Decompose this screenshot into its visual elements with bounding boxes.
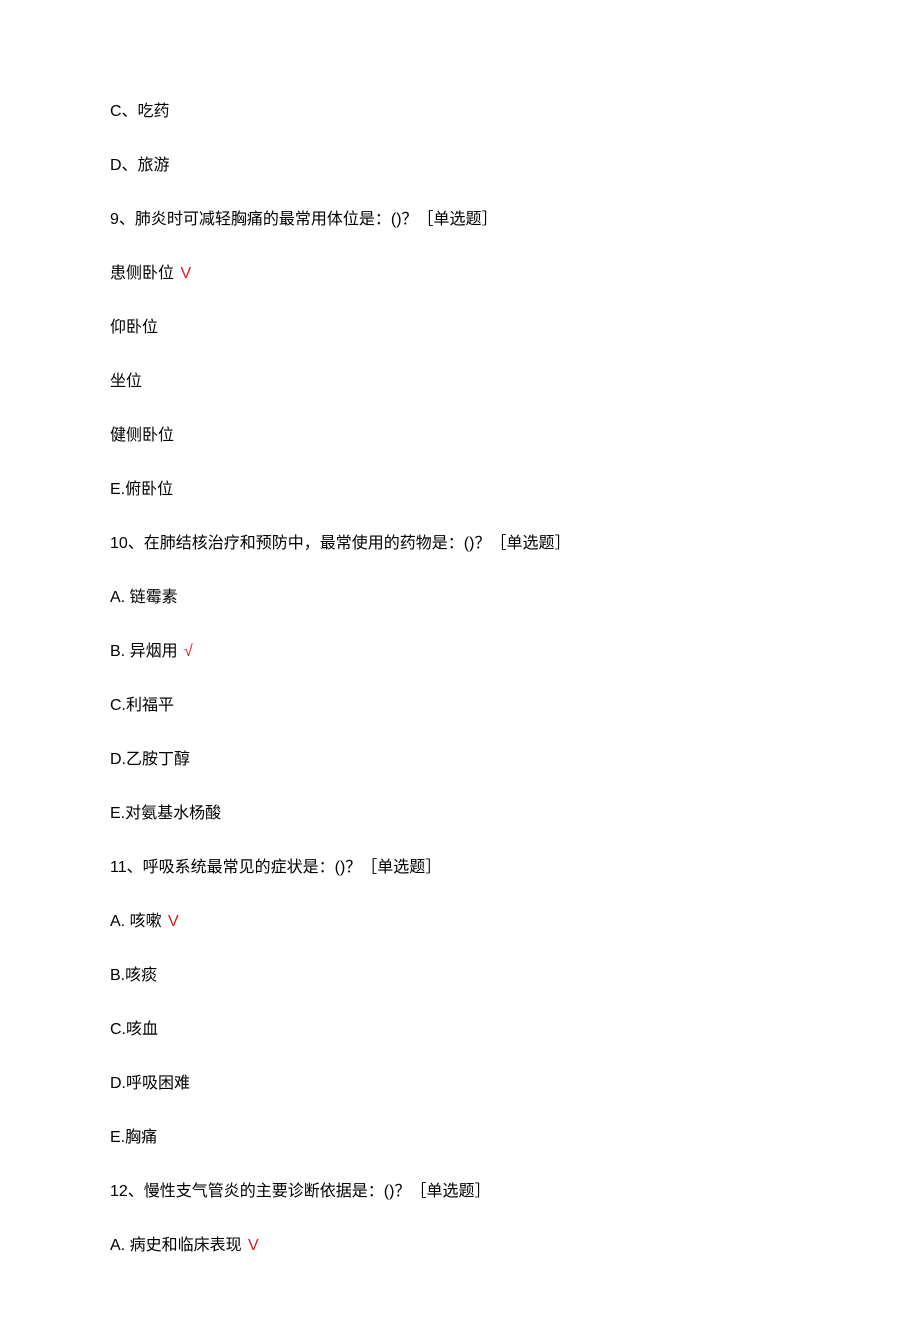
line-text: 坐位 xyxy=(110,373,142,390)
line-text: E.对氨基水杨酸 xyxy=(110,805,221,822)
line-text: 9、肺炎时可减轻胸痛的最常用体位是：()？［单选题］ xyxy=(110,211,498,228)
text-line: E.俯卧位 xyxy=(110,478,810,502)
line-text: 患侧卧位 xyxy=(110,265,174,282)
line-text: 仰卧位 xyxy=(110,319,158,336)
text-line: 12、慢性支气管炎的主要诊断依据是：()？［单选题］ xyxy=(110,1180,810,1204)
line-text: C.利福平 xyxy=(110,697,174,714)
line-text: A. 病史和临床表现 xyxy=(110,1237,242,1254)
line-text: A. 咳嗽 xyxy=(110,913,162,930)
line-text: A. 链霉素 xyxy=(110,589,178,606)
text-line: A. 病史和临床表现 V xyxy=(110,1234,810,1258)
text-line: A. 链霉素 xyxy=(110,586,810,610)
line-text: D、旅游 xyxy=(110,157,170,174)
line-text: 健侧卧位 xyxy=(110,427,174,444)
text-line: 健侧卧位 xyxy=(110,424,810,448)
line-text: 10、在肺结核治疗和预防中，最常使用的药物是：()？［单选题］ xyxy=(110,535,570,552)
text-line: E.对氨基水杨酸 xyxy=(110,802,810,826)
text-line: E.胸痛 xyxy=(110,1126,810,1150)
check-mark-icon: V xyxy=(244,1237,259,1254)
line-text: E.胸痛 xyxy=(110,1129,157,1146)
line-text: 12、慢性支气管炎的主要诊断依据是：()？［单选题］ xyxy=(110,1183,490,1200)
check-mark-icon: √ xyxy=(180,643,193,660)
line-text: B. 异烟用 xyxy=(110,643,178,660)
text-line: 仰卧位 xyxy=(110,316,810,340)
check-mark-icon: V xyxy=(164,913,179,930)
text-line: 9、肺炎时可减轻胸痛的最常用体位是：()？［单选题］ xyxy=(110,208,810,232)
text-line: 10、在肺结核治疗和预防中，最常使用的药物是：()？［单选题］ xyxy=(110,532,810,556)
text-line: D.乙胺丁醇 xyxy=(110,748,810,772)
line-text: D.乙胺丁醇 xyxy=(110,751,190,768)
check-mark-icon: V xyxy=(176,265,191,282)
text-line: 患侧卧位 V xyxy=(110,262,810,286)
text-line: B. 异烟用 √ xyxy=(110,640,810,664)
text-line: 11、呼吸系统最常见的症状是：()？［单选题］ xyxy=(110,856,810,880)
line-text: C.咳血 xyxy=(110,1021,158,1038)
text-line: C.咳血 xyxy=(110,1018,810,1042)
text-line: A. 咳嗽 V xyxy=(110,910,810,934)
line-text: 11、呼吸系统最常见的症状是：()？［单选题］ xyxy=(110,859,441,876)
document-body: C、吃药 D、旅游 9、肺炎时可减轻胸痛的最常用体位是：()？［单选题］ 患侧卧位 V… xyxy=(110,100,810,1258)
line-text: C、吃药 xyxy=(110,103,170,120)
line-text: D.呼吸困难 xyxy=(110,1075,190,1092)
text-line: C、吃药 xyxy=(110,100,810,124)
text-line: 坐位 xyxy=(110,370,810,394)
line-text: E.俯卧位 xyxy=(110,481,173,498)
text-line: D.呼吸困难 xyxy=(110,1072,810,1096)
text-line: B.咳痰 xyxy=(110,964,810,988)
line-text: B.咳痰 xyxy=(110,967,157,984)
text-line: D、旅游 xyxy=(110,154,810,178)
text-line: C.利福平 xyxy=(110,694,810,718)
